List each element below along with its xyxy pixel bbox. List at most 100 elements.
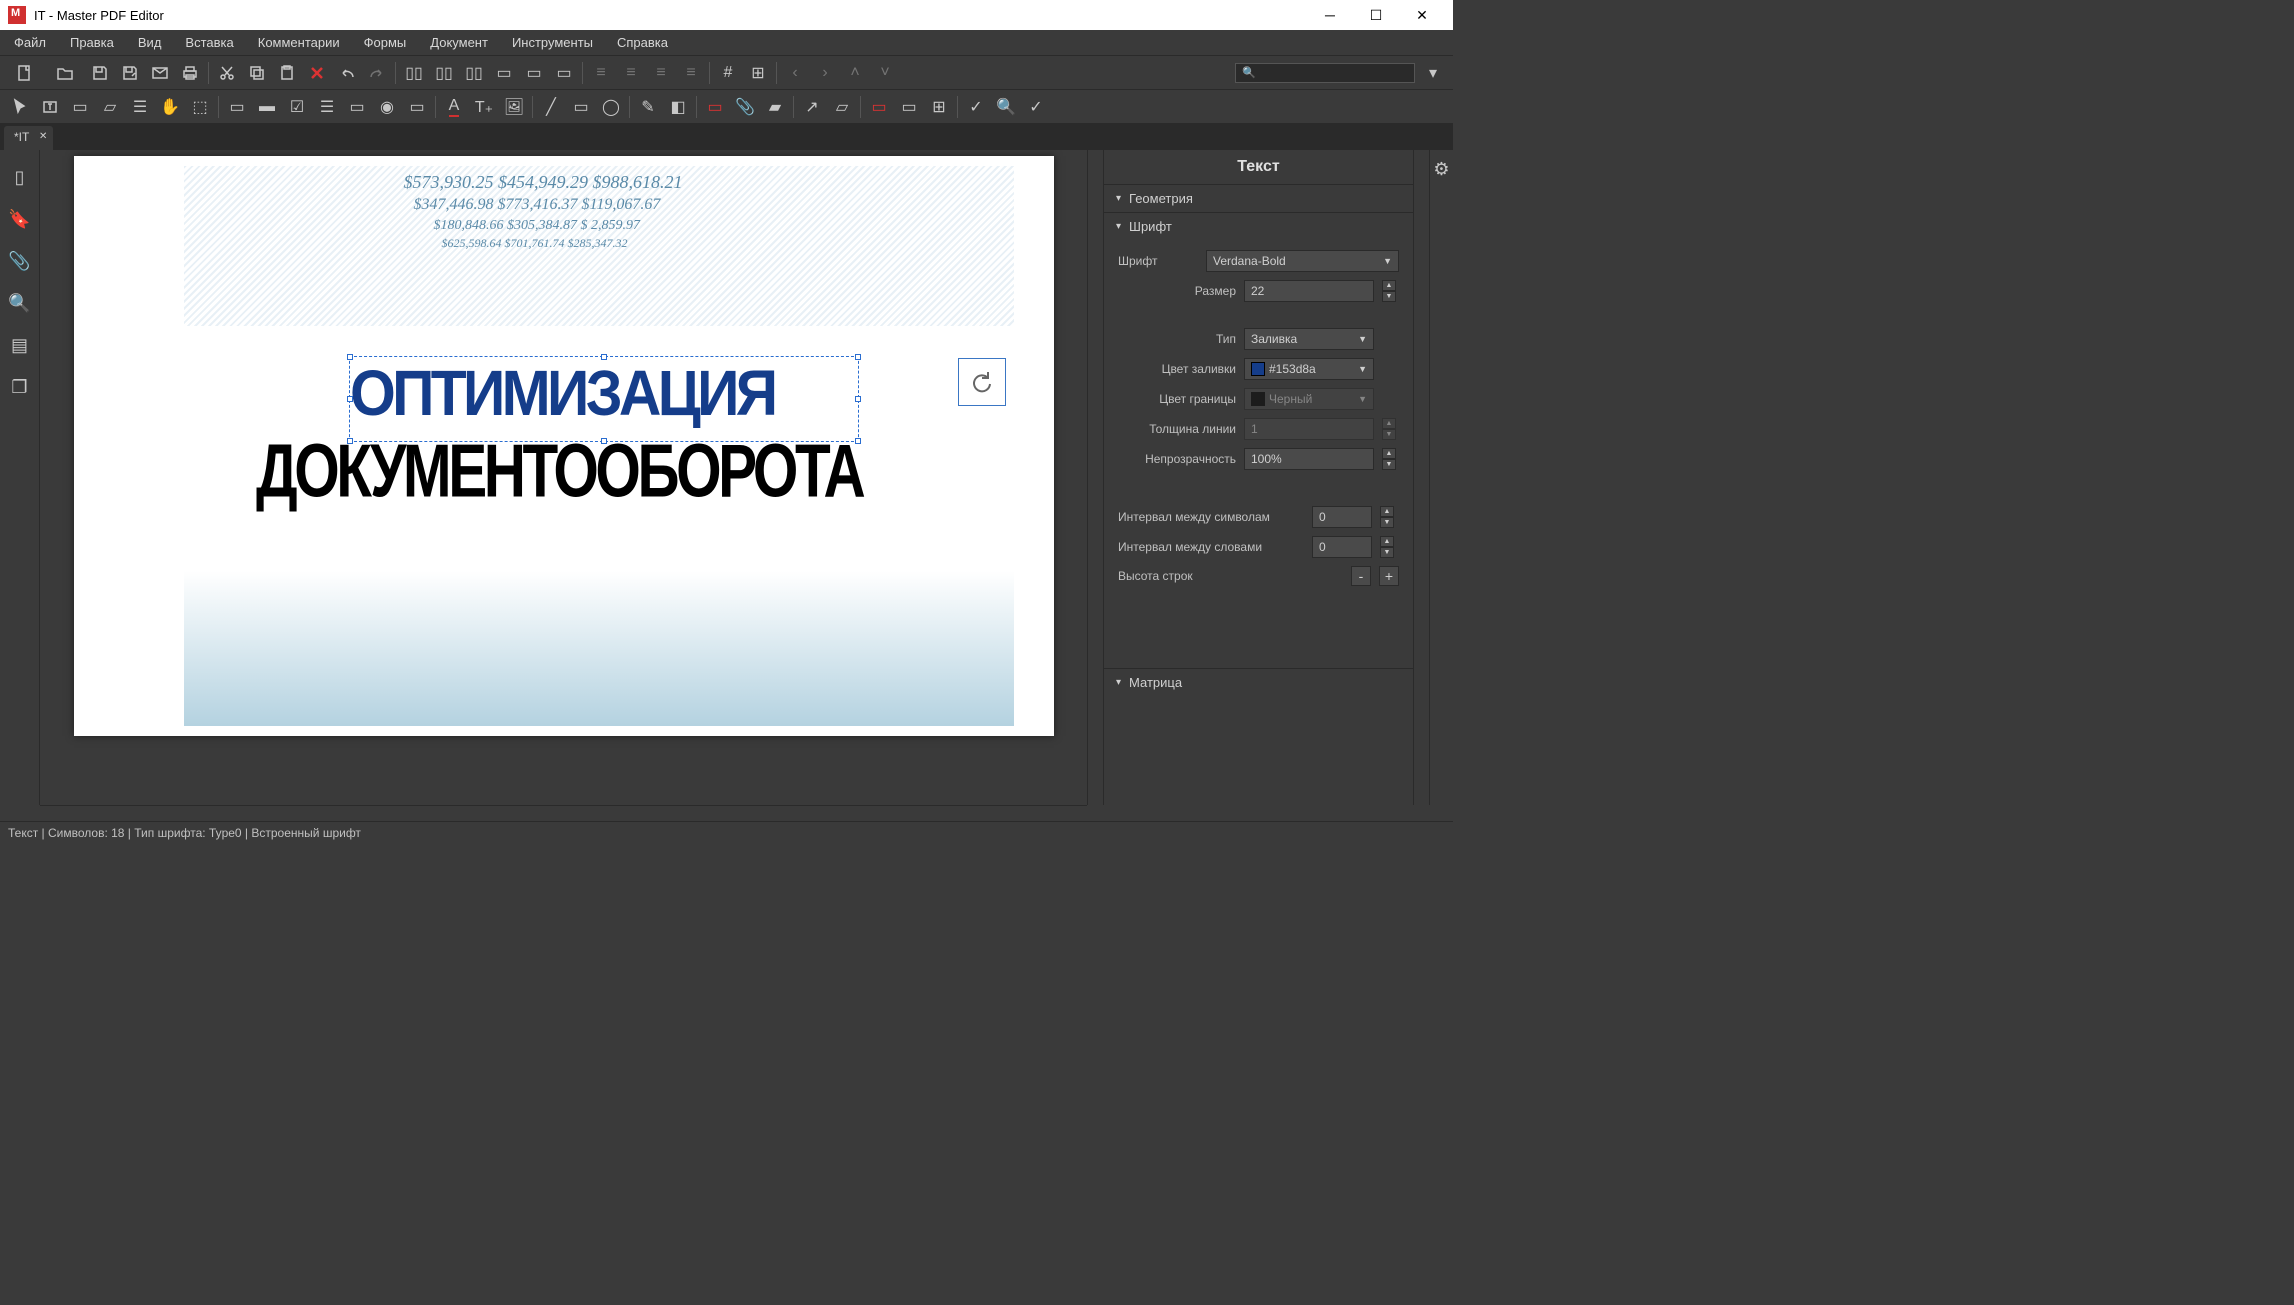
resize-handle[interactable] (347, 354, 353, 360)
maximize-button[interactable]: ☐ (1353, 0, 1399, 30)
char-spacing-input[interactable]: 0 (1312, 506, 1372, 528)
selection-box[interactable] (349, 356, 859, 442)
line-height-plus-button[interactable]: + (1379, 566, 1399, 586)
sign-icon[interactable]: ✓ (964, 95, 988, 119)
search-doc-icon[interactable]: 🔍 (994, 95, 1018, 119)
nav-up-icon[interactable]: ˄ (843, 61, 867, 85)
attachment-icon[interactable]: 📎 (733, 95, 757, 119)
checkbox-icon[interactable]: ☑ (285, 95, 309, 119)
size-spinner[interactable]: ▲▼ (1382, 280, 1396, 302)
search-panel-icon[interactable]: 🔍 (9, 292, 31, 314)
panel-scrollbar[interactable] (1413, 150, 1429, 805)
pencil-icon[interactable]: ✎ (636, 95, 660, 119)
next-page-icon[interactable]: › (813, 61, 837, 85)
menu-document[interactable]: Документ (420, 31, 498, 54)
line-tool-icon[interactable]: ╱ (539, 95, 563, 119)
close-button[interactable]: ✕ (1399, 0, 1445, 30)
nav-down-icon[interactable]: ˅ (873, 61, 897, 85)
select-area-icon[interactable]: ⬚ (188, 95, 212, 119)
pointer-tool-icon[interactable] (8, 95, 32, 119)
resize-handle[interactable] (601, 438, 607, 444)
font-select[interactable]: Verdana-Bold▼ (1206, 250, 1399, 272)
align-center-v-icon[interactable]: ▭ (522, 61, 546, 85)
menu-insert[interactable]: Вставка (175, 31, 243, 54)
line-height-minus-button[interactable]: - (1351, 566, 1371, 586)
menu-forms[interactable]: Формы (354, 31, 417, 54)
document-tab[interactable]: *IT ✕ (4, 126, 53, 150)
pages-panel-icon[interactable]: ▯ (9, 166, 31, 188)
highlight-text-icon[interactable]: A (442, 95, 466, 119)
align-left-icon[interactable]: ▯▯ (402, 61, 426, 85)
listbox-icon[interactable]: ☰ (315, 95, 339, 119)
word-spacing-spinner[interactable]: ▲▼ (1380, 536, 1394, 558)
align-right-icon[interactable]: ▯▯ (462, 61, 486, 85)
menu-help[interactable]: Справка (607, 31, 678, 54)
arrow-tool-icon[interactable]: ↗ (800, 95, 824, 119)
save-as-icon[interactable] (118, 61, 142, 85)
menu-tools[interactable]: Инструменты (502, 31, 603, 54)
resize-handle[interactable] (601, 354, 607, 360)
hand-tool-icon[interactable]: ✋ (158, 95, 182, 119)
redo-icon[interactable] (365, 61, 389, 85)
resize-handle[interactable] (855, 354, 861, 360)
search-box[interactable]: 🔍 (1235, 63, 1415, 83)
indent-icon[interactable]: ≡ (679, 61, 703, 85)
print-icon[interactable] (178, 61, 202, 85)
layers-panel-icon[interactable]: ▤ (9, 334, 31, 356)
char-spacing-spinner[interactable]: ▲▼ (1380, 506, 1394, 528)
signature-field-icon[interactable]: ▭ (345, 95, 369, 119)
bookmarks-panel-icon[interactable]: 🔖 (9, 208, 31, 230)
delete-icon[interactable] (305, 61, 329, 85)
insert-image-icon[interactable]: 🖼 (502, 95, 526, 119)
resize-handle[interactable] (347, 438, 353, 444)
text-field-icon[interactable]: ▭ (225, 95, 249, 119)
thumbnails-panel-icon[interactable]: ❐ (9, 376, 31, 398)
edit-form-icon[interactable]: ☰ (128, 95, 152, 119)
rotate-button[interactable] (958, 358, 1006, 406)
edit-object-icon[interactable]: ▱ (98, 95, 122, 119)
horizontal-scrollbar[interactable] (40, 805, 1087, 821)
save-icon[interactable] (88, 61, 112, 85)
copy-icon[interactable] (245, 61, 269, 85)
minimize-button[interactable]: ─ (1307, 0, 1353, 30)
resize-handle[interactable] (347, 396, 353, 402)
tab-close-icon[interactable]: ✕ (39, 131, 47, 142)
size-input[interactable]: 22 (1244, 280, 1374, 302)
indent-decrease-icon[interactable]: ≡ (589, 61, 613, 85)
button-field-icon[interactable]: ▬ (255, 95, 279, 119)
resize-handle[interactable] (855, 438, 861, 444)
edit-text-alt-icon[interactable]: ▭ (68, 95, 92, 119)
resize-handle[interactable] (855, 396, 861, 402)
section-matrix-header[interactable]: ▾Матрица (1104, 669, 1413, 696)
menu-view[interactable]: Вид (128, 31, 172, 54)
insert-text-icon[interactable]: T₊ (472, 95, 496, 119)
paste-icon[interactable] (275, 61, 299, 85)
radio-button-icon[interactable]: ◉ (375, 95, 399, 119)
type-select[interactable]: Заливка▼ (1244, 328, 1374, 350)
vertical-scrollbar[interactable] (1087, 150, 1103, 805)
fill-color-select[interactable]: #153d8a▼ (1244, 358, 1374, 380)
outdent-icon[interactable]: ≡ (649, 61, 673, 85)
section-font-header[interactable]: ▾Шрифт (1104, 213, 1413, 240)
stamp-icon[interactable]: ▭ (867, 95, 891, 119)
grid-tool-icon[interactable]: ⊞ (927, 95, 951, 119)
undo-icon[interactable] (335, 61, 359, 85)
canvas-scroll[interactable]: $573,930.25 $454,949.29 $988,618.21 $347… (40, 150, 1087, 805)
snap-grid-icon[interactable]: ⊞ (746, 61, 770, 85)
indent-increase-icon[interactable]: ≡ (619, 61, 643, 85)
align-top-icon[interactable]: ▭ (492, 61, 516, 85)
open-icon[interactable] (48, 61, 82, 85)
opacity-spinner[interactable]: ▲▼ (1382, 448, 1396, 470)
search-dropdown-icon[interactable]: ▾ (1421, 61, 1445, 85)
pdf-page[interactable]: $573,930.25 $454,949.29 $988,618.21 $347… (74, 156, 1054, 736)
highlight-marker-icon[interactable]: ▰ (763, 95, 787, 119)
word-spacing-input[interactable]: 0 (1312, 536, 1372, 558)
edit-text-icon[interactable] (38, 95, 62, 119)
rectangle-tool-icon[interactable]: ▭ (569, 95, 593, 119)
menu-edit[interactable]: Правка (60, 31, 124, 54)
cut-icon[interactable] (215, 61, 239, 85)
ellipse-tool-icon[interactable]: ◯ (599, 95, 623, 119)
eraser-icon[interactable]: ◧ (666, 95, 690, 119)
section-geometry-header[interactable]: ▾Геометрия (1104, 185, 1413, 212)
new-document-icon[interactable] (8, 61, 42, 85)
